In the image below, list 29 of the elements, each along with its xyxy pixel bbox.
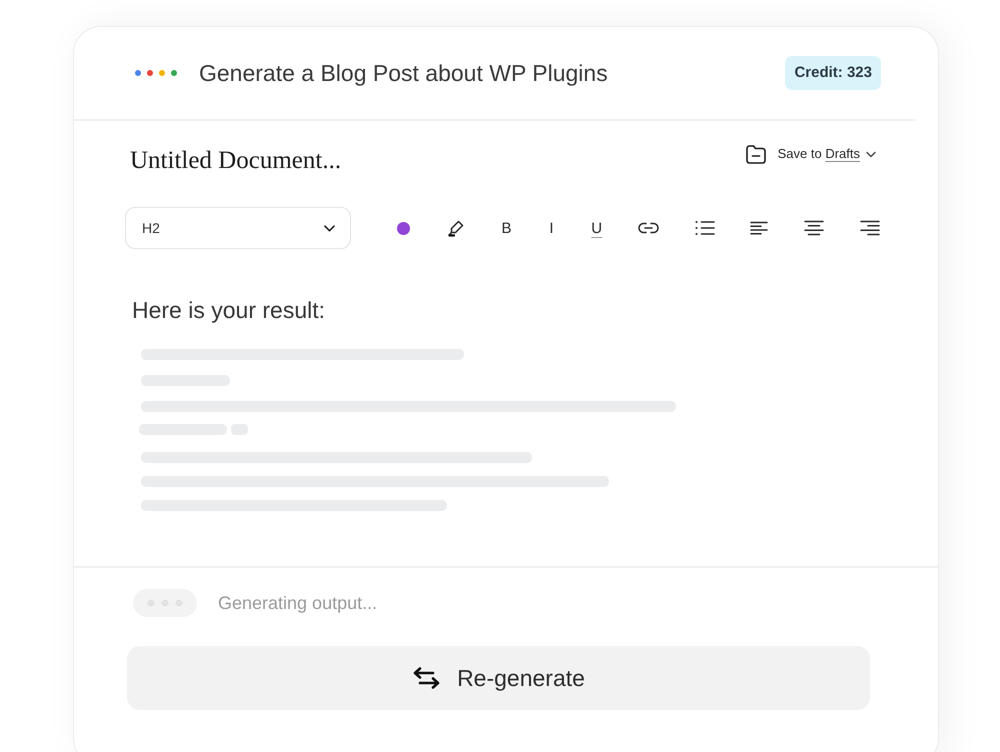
align-right-button[interactable] xyxy=(860,220,880,236)
link-button[interactable] xyxy=(638,222,659,234)
chevron-down-icon xyxy=(324,224,335,232)
text-color-swatch[interactable] xyxy=(397,222,410,234)
align-center-icon xyxy=(804,220,824,236)
document-title: Untitled Document... xyxy=(130,146,342,176)
bullet-list-button[interactable] xyxy=(694,220,715,236)
swap-arrows-icon xyxy=(412,667,442,689)
align-left-button[interactable] xyxy=(750,221,768,235)
underline-button[interactable]: U xyxy=(591,220,602,236)
chevron-down-icon xyxy=(866,150,876,158)
highlighter-button[interactable] xyxy=(446,219,466,237)
regenerate-button[interactable]: Re-generate xyxy=(127,646,870,710)
status-text: Generating output... xyxy=(218,592,378,615)
page-title: Generate a Blog Post about WP Plugins xyxy=(199,58,608,88)
heading-select[interactable]: H2 xyxy=(125,207,351,249)
align-left-icon xyxy=(750,221,768,235)
bold-button[interactable]: B xyxy=(502,220,512,236)
result-heading: Here is your result: xyxy=(132,296,326,325)
align-right-icon xyxy=(860,220,880,236)
highlighter-icon xyxy=(446,219,466,237)
bullet-list-icon xyxy=(694,220,715,236)
italic-button[interactable]: I xyxy=(547,220,556,236)
typing-indicator-icon xyxy=(133,589,197,617)
align-center-button[interactable] xyxy=(804,220,824,236)
link-icon xyxy=(638,222,659,234)
save-to-drafts-button[interactable]: Save to Drafts xyxy=(744,142,876,166)
credit-counter: Credit: 323 xyxy=(785,56,881,90)
folder-icon xyxy=(744,142,768,166)
